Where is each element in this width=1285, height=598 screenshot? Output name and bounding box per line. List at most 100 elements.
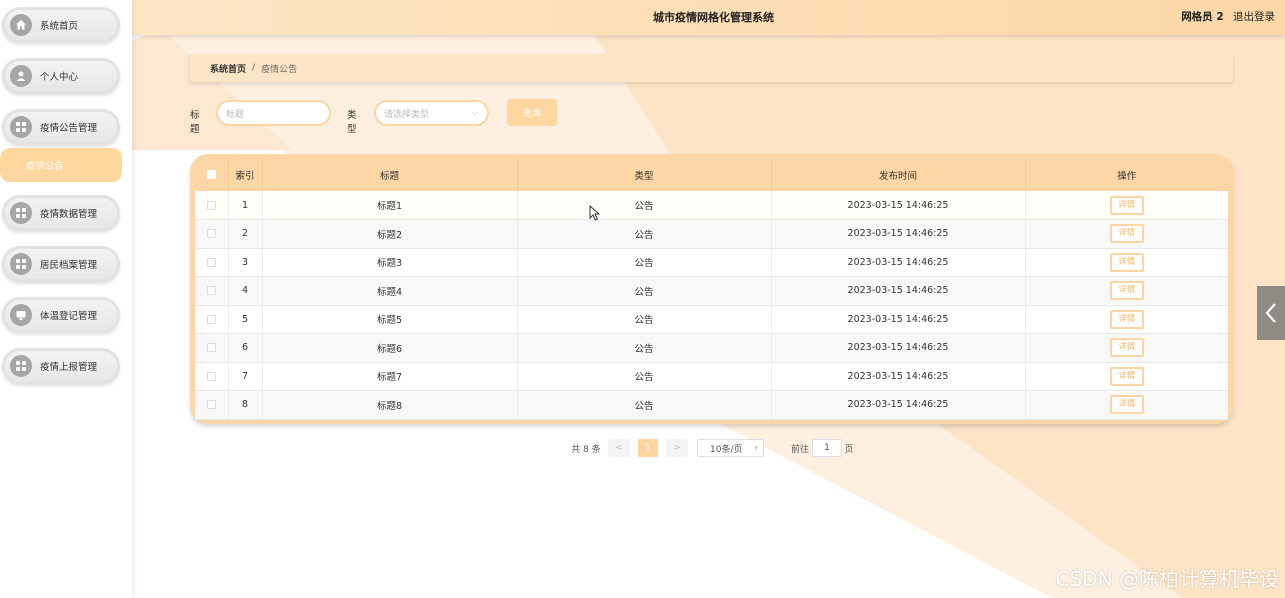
table-row: 3 标题3 公告 2023-03-15 14:46:25 详情 [195,248,1228,277]
cell-title: 标题5 [262,305,518,334]
column-header-time: 发布时间 [771,158,1026,191]
detail-button[interactable]: 详情 [1109,338,1144,358]
sidebar: 系统首页 个人中心 疫情公告管理 疫情公告 疫情数据管理 居民档案管理 体温登记… [0,0,132,598]
row-checkbox[interactable] [195,305,229,334]
page-size-select[interactable]: 10条/页 ▾ [697,439,764,457]
sidebar-item-label: 居民档案管理 [40,260,98,271]
cell-type: 公告 [517,219,772,249]
table-row: 7 标题7 公告 2023-03-15 14:46:25 详情 [195,362,1228,391]
grid-icon [10,253,32,275]
cell-actions: 详情 [1025,362,1228,391]
cell-index: 2 [228,219,263,249]
goto-page-input[interactable]: 1 [812,439,842,457]
prev-page-button[interactable]: < [608,439,630,457]
sidebar-item-label: 体温登记管理 [40,311,98,322]
table-row: 5 标题5 公告 2023-03-15 14:46:25 详情 [195,305,1228,334]
sidebar-item-personal-center[interactable]: 个人中心 [2,58,120,94]
cell-type: 公告 [517,305,772,334]
grid-icon [10,116,32,138]
cell-title: 标题1 [262,191,518,220]
table-row: 6 标题6 公告 2023-03-15 14:46:25 详情 [195,333,1228,363]
row-checkbox[interactable] [195,191,229,220]
cell-index: 6 [228,333,263,363]
detail-button[interactable]: 详情 [1109,195,1144,215]
breadcrumb-separator: / [252,63,256,73]
header-user-area: 网格员 2 退出登录 [1181,9,1275,24]
cell-actions: 详情 [1025,276,1228,306]
cell-actions: 详情 [1025,219,1228,249]
cell-index: 5 [228,305,263,334]
cell-type: 公告 [517,333,772,363]
user-name: 网格员 2 [1181,11,1224,23]
detail-button[interactable]: 详情 [1109,309,1144,329]
chevron-down-icon: ⌵ [471,108,478,117]
search-button[interactable]: 查询 [507,99,557,126]
cell-title: 标题4 [262,276,518,306]
column-header-type: 类型 [517,158,772,191]
grid-icon [10,355,32,377]
breadcrumb-current: 疫情公告 [261,64,298,75]
cell-index: 7 [228,362,263,391]
detail-button[interactable]: 详情 [1109,224,1144,244]
cell-type: 公告 [517,248,772,277]
detail-button[interactable]: 详情 [1109,366,1144,386]
sidebar-item-home[interactable]: 系统首页 [2,7,120,43]
chevron-down-icon: ▾ [754,444,758,452]
logout-link[interactable]: 退出登录 [1233,11,1275,23]
collapse-panel-tab[interactable] [1257,286,1285,340]
cell-actions: 详情 [1025,191,1228,220]
detail-button[interactable]: 详情 [1109,281,1144,301]
row-checkbox[interactable] [195,276,229,306]
sidebar-item-temperature[interactable]: 体温登记管理 [2,297,120,333]
sidebar-item-label: 疫情上报管理 [40,362,98,373]
row-checkbox[interactable] [195,362,229,391]
next-page-button[interactable]: > [666,439,688,457]
cell-title: 标题6 [262,333,518,363]
watermark: CSDN @陈柏计算机毕设 [1055,567,1279,591]
top-header: 城市疫情网格化管理系统 网格员 2 退出登录 [132,0,1285,35]
sidebar-item-label: 疫情公告管理 [40,123,98,134]
page-1-button[interactable]: 1 [638,439,658,457]
cell-time: 2023-03-15 14:46:25 [771,191,1026,220]
grid-icon [10,202,32,224]
title-search-placeholder: 标题 [226,109,245,120]
detail-button[interactable]: 详情 [1109,252,1144,272]
row-checkbox[interactable] [195,219,229,249]
table-header-row: 索引 标题 类型 发布时间 操作 [195,158,1228,191]
sidebar-item-notice-management[interactable]: 疫情公告管理 [2,109,120,145]
cell-time: 2023-03-15 14:46:25 [771,305,1026,334]
pagination-total: 共 8 条 [571,444,601,455]
cell-actions: 详情 [1025,390,1228,420]
cell-time: 2023-03-15 14:46:25 [771,362,1026,391]
cell-type: 公告 [517,276,772,306]
row-checkbox[interactable] [195,248,229,277]
cell-title: 标题7 [262,362,518,391]
chevron-left-icon [1265,303,1276,323]
user-icon [10,65,32,87]
title-label: 标题 [190,110,200,135]
page-size-value: 10条/页 [710,444,743,455]
select-all-checkbox[interactable] [195,158,229,191]
row-checkbox[interactable] [195,333,229,363]
table-row: 1 标题1 公告 2023-03-15 14:46:25 详情 [195,191,1228,220]
sidebar-item-epidemic-data[interactable]: 疫情数据管理 [2,195,120,231]
detail-button[interactable]: 详情 [1109,395,1144,415]
cell-actions: 详情 [1025,248,1228,277]
page-suffix: 页 [844,444,854,455]
monitor-icon [10,304,32,326]
mouse-cursor-icon [589,205,601,221]
cell-index: 8 [228,390,263,420]
sidebar-item-label: 个人中心 [40,72,79,83]
sidebar-item-resident-records[interactable]: 居民档案管理 [2,246,120,282]
type-select-placeholder: 请选择类型 [384,109,430,120]
row-checkbox[interactable] [195,390,229,420]
breadcrumb-home[interactable]: 系统首页 [210,62,246,75]
column-header-index: 索引 [228,158,263,191]
title-search-input[interactable]: 标题 [216,100,331,126]
type-select[interactable]: 请选择类型 ⌵ [374,100,489,126]
sidebar-item-epidemic-report[interactable]: 疫情上报管理 [2,348,120,384]
cell-title: 标题3 [262,248,518,277]
cell-time: 2023-03-15 14:46:25 [771,276,1026,306]
cell-time: 2023-03-15 14:46:25 [771,219,1026,249]
sidebar-subitem-notice[interactable]: 疫情公告 [0,148,122,182]
